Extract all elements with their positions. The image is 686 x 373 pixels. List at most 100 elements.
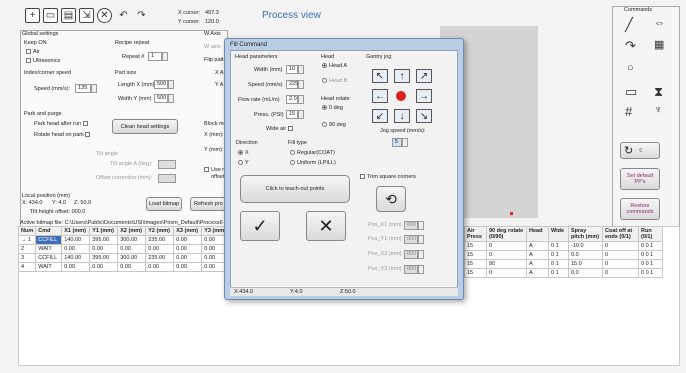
pos-y1-input[interactable]: 000 [404, 235, 418, 244]
row-x3[interactable]: 0.00 [173, 253, 203, 263]
d-speed-spinner[interactable] [298, 80, 304, 89]
jog-up-icon[interactable]: ↑ [394, 69, 410, 83]
offset-correction-input[interactable] [158, 174, 176, 183]
circle-icon[interactable]: ○ [627, 62, 634, 74]
spray-icon[interactable]: ♆ [654, 104, 662, 116]
row-run[interactable]: 0 0 1 [638, 259, 663, 269]
row-cmd[interactable]: WAIT [35, 244, 63, 254]
row-num[interactable]: 2 [17, 244, 37, 254]
d-speed-input[interactable]: 225 [286, 80, 298, 89]
row-wide[interactable]: 0 1 [548, 259, 569, 269]
row-x3[interactable]: 0.00 [173, 262, 203, 272]
width-spinner[interactable] [168, 94, 174, 103]
table-row[interactable]: 15 90 A 0 1 15.0 0 0 0 1 [464, 259, 663, 269]
air-checkbox[interactable]: Air [26, 49, 40, 55]
flow-spinner[interactable] [298, 95, 304, 104]
table-row[interactable]: 15 0 A 0 1 0.0 0 0 0 1 [464, 268, 663, 278]
speed-spinner[interactable] [91, 84, 97, 93]
jog-right-icon[interactable]: → [416, 89, 432, 103]
grid-icon[interactable]: ▦ [654, 38, 664, 51]
row-coat[interactable]: 0 [602, 241, 639, 251]
row-air[interactable]: 15 [464, 241, 487, 251]
pos-x1-spinner[interactable] [418, 221, 424, 230]
row-head[interactable]: A [526, 259, 549, 269]
pos-x1-input[interactable]: 000 [404, 221, 418, 230]
table-row[interactable]: 3 CCFILL 140.00 395.00 300.00 235.00 0.0… [17, 253, 229, 263]
row-x2[interactable]: 0.00 [117, 262, 147, 272]
row-y1[interactable]: 395.00 [89, 253, 119, 263]
pos-x2-spinner[interactable] [418, 250, 424, 259]
row-coat[interactable]: 0 [602, 250, 639, 260]
dir-y-radio[interactable]: Y [238, 160, 249, 166]
ok-button[interactable]: ✓ [240, 211, 280, 241]
table-row[interactable]: 2 WAIT 0.00 0.00 0.00 0.00 0.00 0.00 [17, 244, 229, 254]
jog-speed-spinner[interactable] [402, 138, 408, 147]
row-head[interactable]: A [526, 241, 549, 251]
row-x3[interactable]: 0.00 [173, 235, 203, 245]
add-icon[interactable]: + [25, 8, 40, 23]
ultrasonics-checkbox[interactable]: Ultrasonics [26, 58, 60, 64]
repeat-button[interactable]: ↻ 6 [620, 142, 660, 159]
row-x3[interactable]: 0.00 [173, 244, 203, 254]
teach-points-button[interactable]: Click to teach-out points [240, 175, 350, 203]
row-coat[interactable]: 0 [602, 259, 639, 269]
pos-x2-input[interactable]: 000 [404, 250, 418, 259]
row-head[interactable]: A [526, 250, 549, 260]
row-x1[interactable]: 0.00 [61, 262, 91, 272]
row-y2[interactable]: 0.00 [145, 262, 175, 272]
tilt-angle-input[interactable] [158, 160, 176, 169]
d-width-spinner[interactable] [298, 65, 304, 74]
wide-air-checkbox[interactable]: Wide air [266, 126, 295, 132]
line-icon[interactable]: ╱ [625, 17, 633, 33]
jog-up-right-icon[interactable]: ↗ [416, 69, 432, 83]
move-icon[interactable]: ⇔ [654, 17, 665, 29]
jog-speed-input[interactable]: 5 [392, 138, 402, 147]
row-num[interactable]: 4 [17, 262, 37, 272]
rotate-head-checkbox[interactable]: Rotate head on park [34, 132, 92, 138]
dir-x-radio[interactable]: X [238, 150, 249, 156]
row-y1[interactable]: 0.00 [89, 244, 119, 254]
row-wide[interactable]: 0 1 [548, 250, 569, 260]
row-x2[interactable]: 300.00 [117, 235, 147, 245]
jog-up-left-icon[interactable]: ↖ [372, 69, 388, 83]
deg90-radio[interactable]: 90 deg [322, 122, 346, 128]
table-row[interactable]: 15 0 A 0 1 0.0 0 0 0 1 [464, 250, 663, 260]
speed-input[interactable]: 135 [75, 84, 91, 93]
pos-y1-spinner[interactable] [418, 235, 424, 244]
row-y1[interactable]: 0.00 [89, 262, 119, 272]
head-a-radio[interactable]: Head A [322, 63, 347, 69]
pos-y2-spinner[interactable] [418, 265, 424, 274]
row-y2[interactable]: 235.00 [145, 253, 175, 263]
pos-y2-input[interactable]: 000 [404, 265, 418, 274]
length-spinner[interactable] [168, 80, 174, 89]
d-width-input[interactable]: 10 [286, 65, 298, 74]
row-cmd[interactable]: WAIT [35, 262, 63, 272]
save-icon[interactable]: ▤ [61, 8, 76, 23]
row-x2[interactable]: 300.00 [117, 253, 147, 263]
row-run[interactable]: 0 0 1 [638, 241, 663, 251]
uniform-radio[interactable]: Uniform (LPILL) [290, 160, 336, 166]
row-coat[interactable]: 0 [602, 268, 639, 278]
set-default-button[interactable]: Set default PP's [620, 168, 660, 190]
jog-down-icon[interactable]: ↓ [394, 109, 410, 123]
press-input[interactable]: 15 [286, 110, 298, 119]
rectangle-icon[interactable]: ▭ [625, 84, 637, 100]
row-x1[interactable]: 140.00 [61, 235, 91, 245]
new-file-icon[interactable]: ▭ [43, 8, 58, 23]
row-wide[interactable]: 0 1 [548, 268, 569, 278]
row-air[interactable]: 15 [464, 259, 487, 269]
corner-preview-button[interactable]: ⟲ [376, 186, 406, 212]
row-air[interactable]: 15 [464, 250, 487, 260]
head-b-radio[interactable]: Head B [322, 78, 347, 84]
row-pitch[interactable]: 0.0 [568, 250, 603, 260]
row-num[interactable]: → 1 [17, 235, 37, 245]
row-head[interactable]: A [526, 268, 549, 278]
row-y2[interactable]: 235.00 [145, 235, 175, 245]
restore-commands-button[interactable]: Restore commands [620, 198, 660, 220]
repeat-spinner[interactable] [162, 52, 168, 61]
row-rotate[interactable]: 90 [486, 259, 527, 269]
row-rotate[interactable]: 0 [486, 250, 527, 260]
row-rotate[interactable]: 0 [486, 241, 527, 251]
row-num[interactable]: 3 [17, 253, 37, 263]
row-cmd[interactable]: CCFILL [35, 253, 63, 263]
